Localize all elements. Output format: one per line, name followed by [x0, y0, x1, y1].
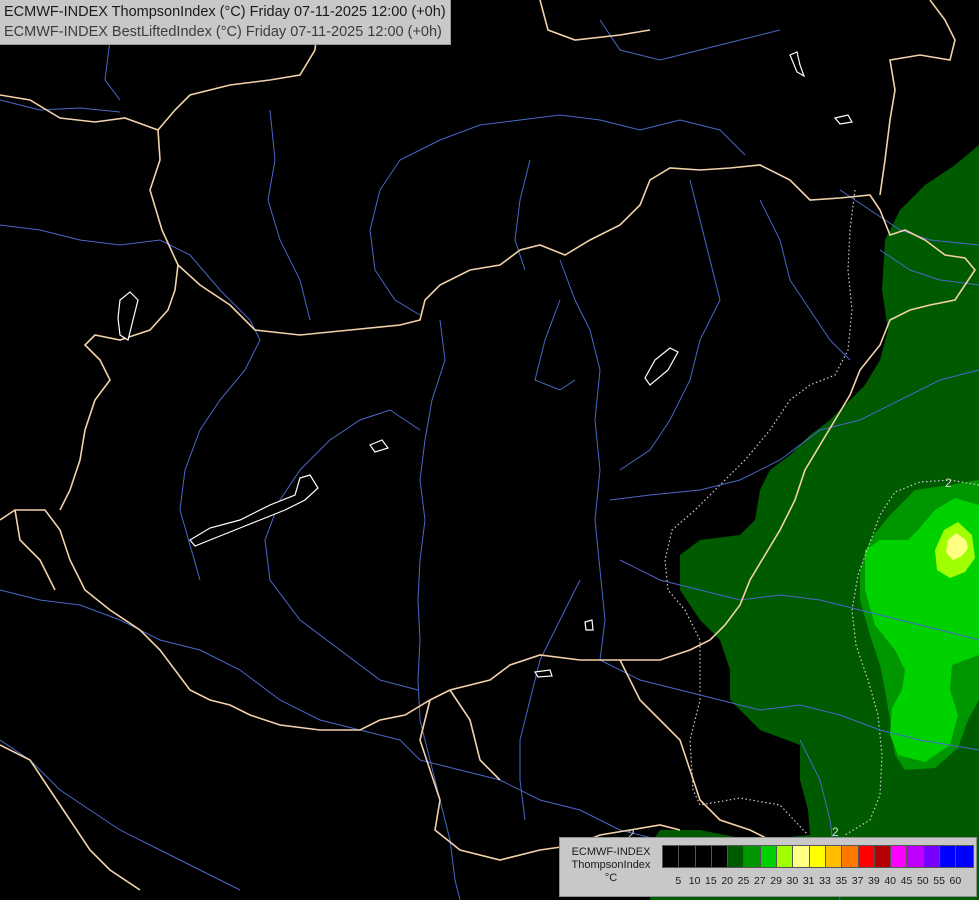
legend-tick-label: 5 — [675, 875, 682, 887]
legend-swatch — [793, 846, 810, 867]
legend-swatch — [777, 846, 794, 867]
legend-swatch — [874, 846, 892, 867]
legend-swatch — [956, 846, 973, 867]
legend-color-bar — [662, 845, 974, 868]
legend-tick-label: 39 — [868, 875, 880, 887]
legend-swatch — [825, 846, 843, 867]
legend-tick-label: 55 — [933, 875, 945, 887]
legend-swatch — [858, 846, 875, 867]
legend-swatch — [695, 846, 712, 867]
legend-tick-label: 37 — [851, 875, 864, 887]
map-title-block: ECMWF-INDEX ThompsonIndex (°C) Friday 07… — [0, 0, 451, 45]
legend-swatch — [842, 846, 859, 867]
thompson-index-title: ECMWF-INDEX ThompsonIndex (°C) Friday 07… — [4, 4, 446, 20]
legend-tick-label: 45 — [900, 875, 913, 887]
legend-tick-label: 50 — [916, 875, 929, 887]
legend-swatch — [891, 846, 908, 867]
legend-swatch — [809, 846, 826, 867]
legend-tick-label: 20 — [721, 875, 734, 887]
legend-tick-label: 33 — [819, 875, 831, 887]
legend-unit: °C — [604, 872, 618, 884]
legend-swatch — [907, 846, 924, 867]
legend-tick-label: 27 — [753, 875, 766, 887]
lake-small-s — [584, 619, 594, 631]
legend-tick-label: 60 — [949, 875, 962, 887]
contour-label: 2 — [945, 476, 952, 490]
legend-tick-label: 29 — [770, 875, 782, 887]
legend-swatch — [923, 846, 941, 867]
legend-tick-label: 31 — [802, 875, 815, 887]
legend-model: ECMWF-INDEX — [571, 846, 651, 858]
legend-swatch — [940, 846, 957, 867]
legend-title: ECMWF-INDEX ThompsonIndex °C — [562, 846, 660, 885]
legend-swatch — [711, 846, 729, 867]
weather-map: 2 2 2 2 2 — [0, 0, 979, 900]
legend-swatch — [744, 846, 761, 867]
legend-tick-label: 30 — [786, 875, 799, 887]
legend-tick-label: 15 — [705, 875, 717, 887]
legend-parameter: ThompsonIndex — [571, 859, 651, 871]
legend-swatch — [760, 846, 778, 867]
legend-swatch — [663, 846, 680, 867]
legend-tick-label: 25 — [737, 875, 750, 887]
legend-tick-labels: 5 10 15 20 25 27 29 30 31 33 35 37 39 40 45 50 55 60 — [662, 875, 972, 889]
lifted-index-title: ECMWF-INDEX BestLiftedIndex (°C) Friday … — [4, 24, 442, 40]
legend-swatch — [728, 846, 745, 867]
legend-swatch — [679, 846, 696, 867]
legend-tick-label: 10 — [688, 875, 701, 887]
color-legend: ECMWF-INDEX ThompsonIndex °C 5 10 15 20 25 27… — [559, 837, 977, 897]
legend-tick-label: 40 — [884, 875, 897, 887]
legend-tick-label: 35 — [835, 875, 848, 887]
